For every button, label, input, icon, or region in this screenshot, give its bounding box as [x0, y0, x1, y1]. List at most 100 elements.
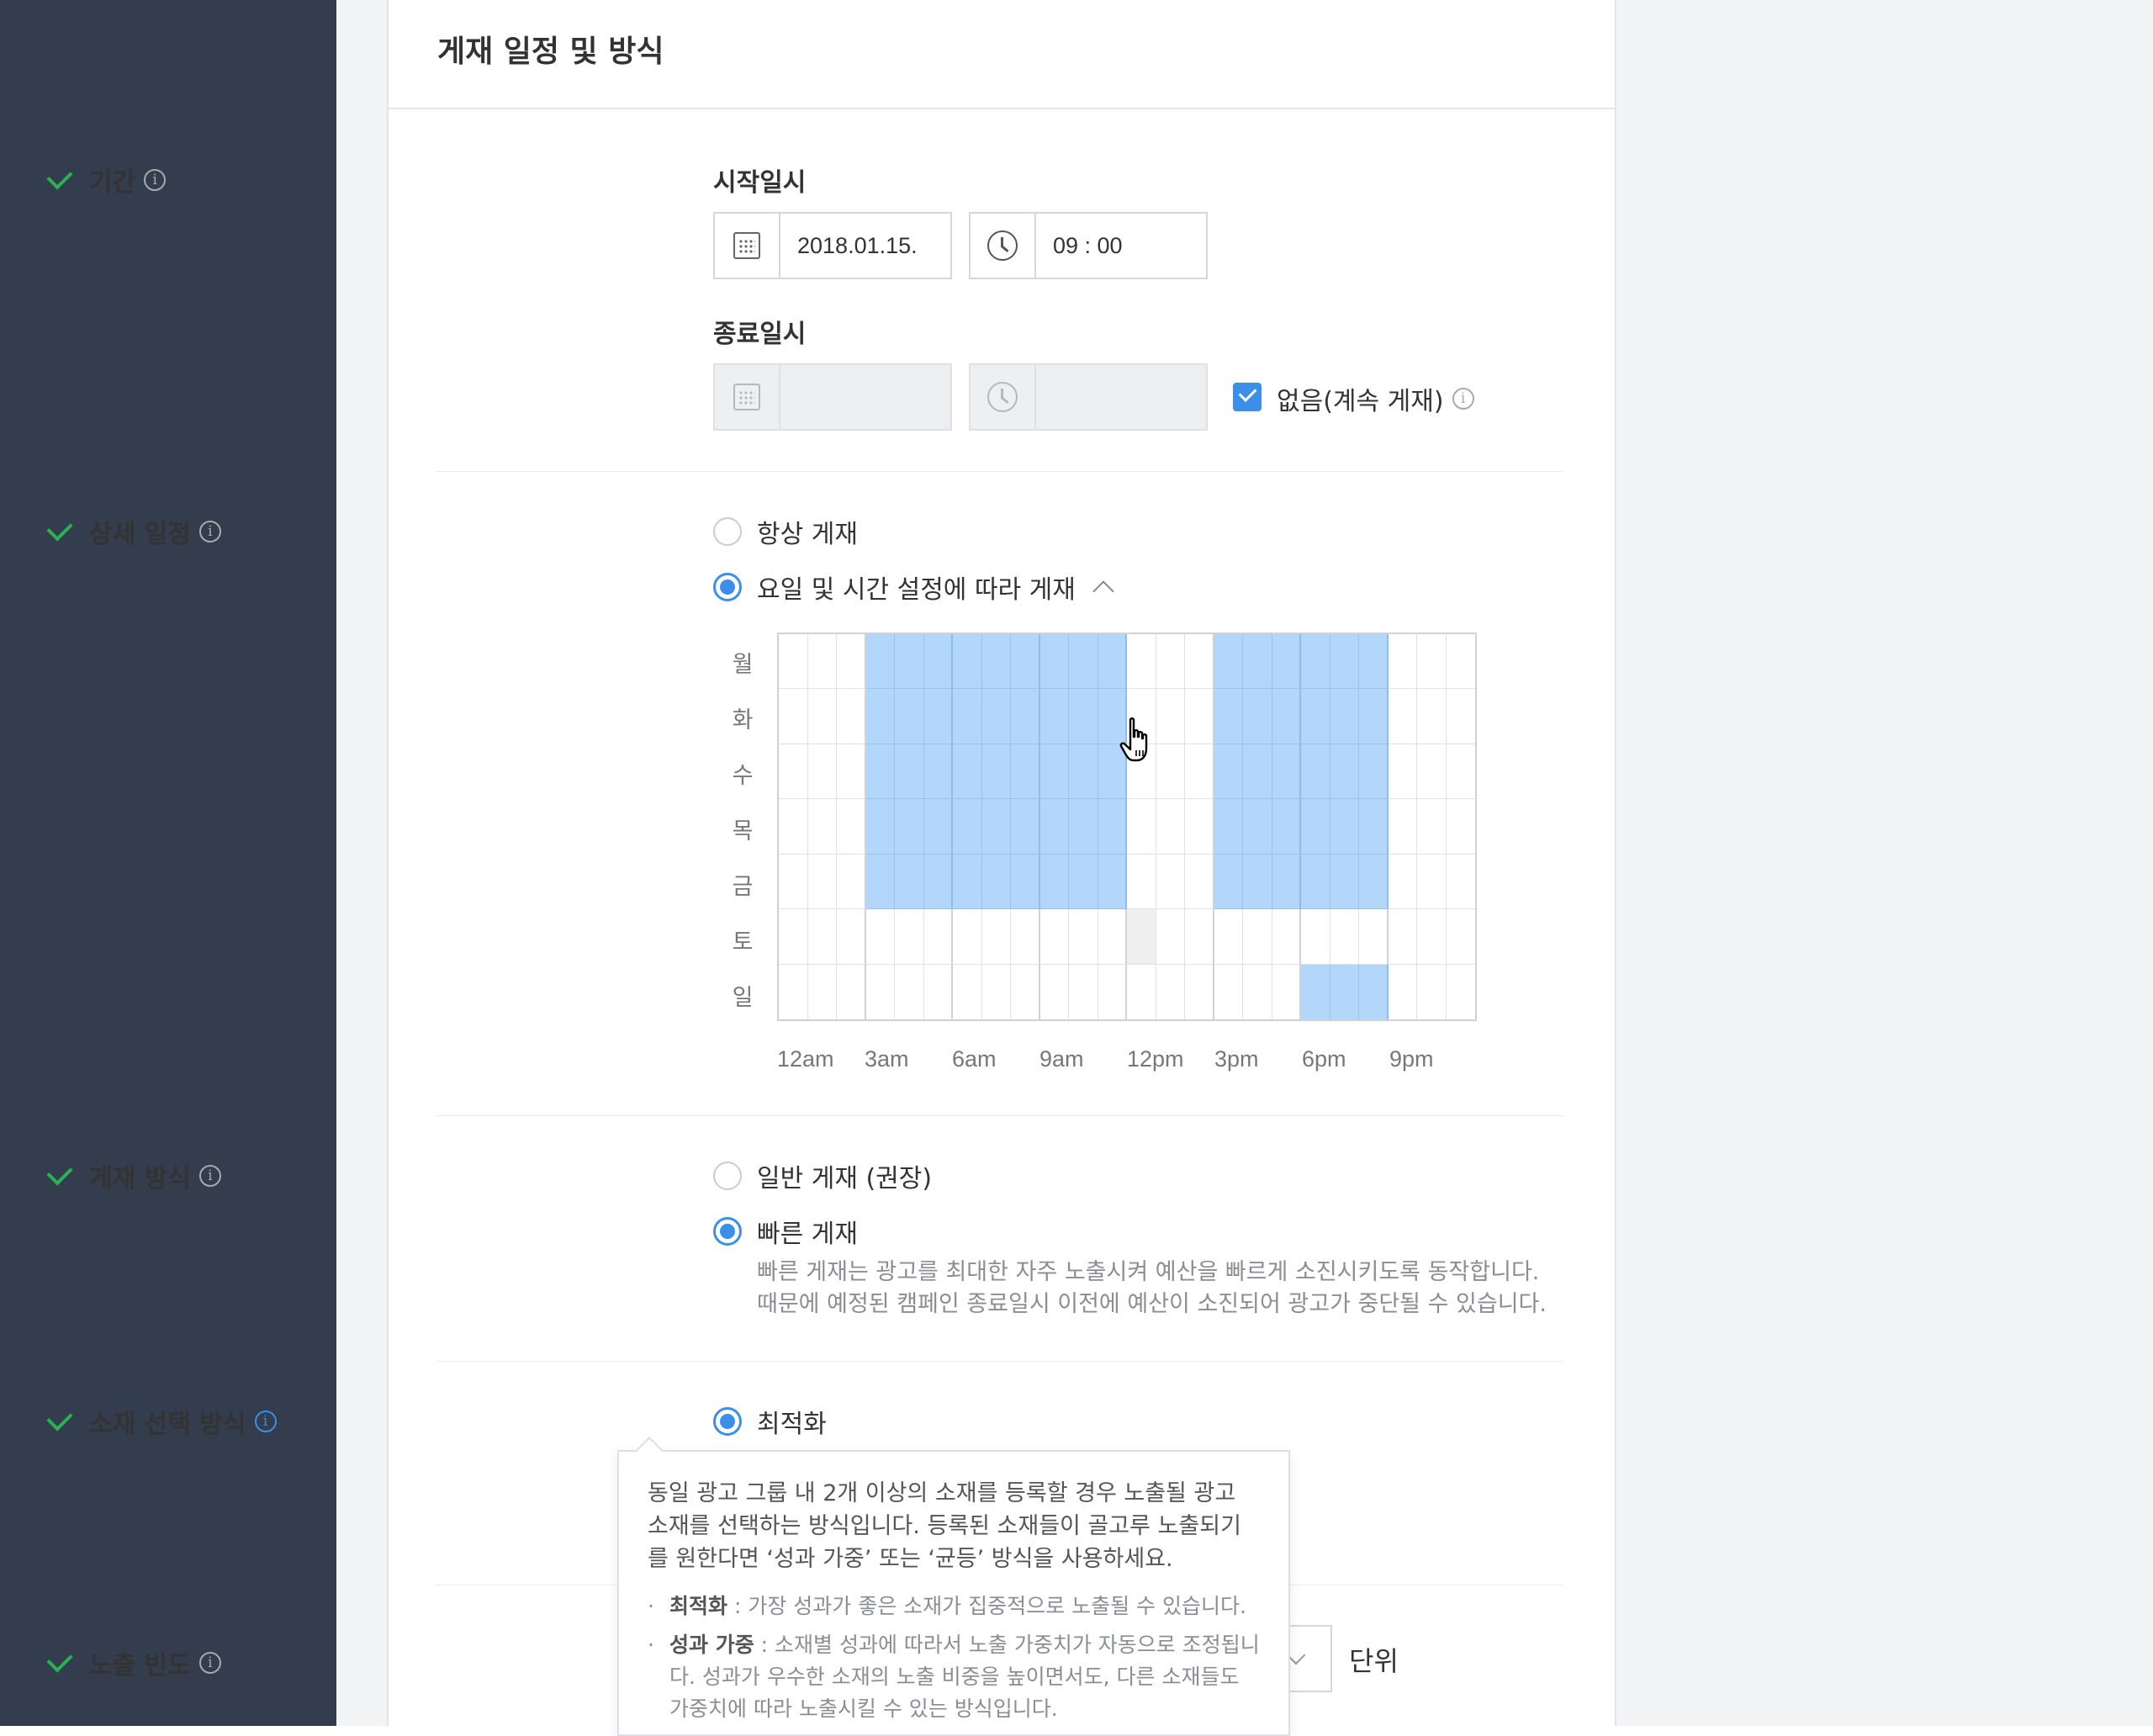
schedule-cell[interactable]	[923, 744, 953, 800]
schedule-cell[interactable]	[1330, 909, 1359, 965]
no-end-label-wrap[interactable]: 없음(계속 게재) i	[1277, 380, 1474, 417]
schedule-cell[interactable]	[981, 689, 1011, 744]
schedule-cell[interactable]	[1417, 689, 1447, 744]
schedule-cell[interactable]	[1156, 854, 1185, 910]
schedule-cell[interactable]	[1388, 689, 1417, 744]
schedule-cell[interactable]	[1156, 689, 1185, 744]
schedule-cell[interactable]	[895, 744, 924, 800]
schedule-cell[interactable]	[1185, 854, 1214, 910]
schedule-cell[interactable]	[779, 689, 808, 744]
schedule-cell[interactable]	[1243, 799, 1272, 855]
schedule-cell[interactable]	[1011, 689, 1040, 744]
schedule-cell[interactable]	[1069, 854, 1098, 910]
schedule-cell[interactable]	[1388, 799, 1417, 855]
schedule-cell[interactable]	[837, 689, 866, 744]
schedule-cell[interactable]	[923, 689, 953, 744]
start-time-field[interactable]: 09 : 00	[969, 212, 1208, 279]
schedule-cell[interactable]	[1446, 689, 1475, 744]
schedule-cell[interactable]	[807, 799, 837, 855]
schedule-cell[interactable]	[1417, 799, 1447, 855]
schedule-cell[interactable]	[1214, 854, 1243, 910]
schedule-cell[interactable]	[807, 689, 837, 744]
schedule-cell[interactable]	[923, 634, 953, 690]
calendar-icon-wrap[interactable]	[715, 214, 780, 278]
schedule-cell[interactable]	[1417, 909, 1447, 965]
schedule-cell[interactable]	[807, 854, 837, 910]
schedule-cell[interactable]	[953, 964, 982, 1019]
info-icon[interactable]: i	[198, 521, 221, 542]
schedule-cell[interactable]	[1127, 634, 1156, 690]
info-icon[interactable]: i	[254, 1410, 277, 1432]
schedule-cell[interactable]	[1388, 744, 1417, 800]
schedule-cell[interactable]	[1301, 799, 1330, 855]
schedule-cell[interactable]	[1243, 964, 1272, 1019]
schedule-cell[interactable]	[1388, 909, 1417, 965]
schedule-cell[interactable]	[1069, 689, 1098, 744]
schedule-cell[interactable]	[779, 964, 808, 1019]
schedule-cell[interactable]	[1301, 689, 1330, 744]
schedule-cell[interactable]	[895, 909, 924, 965]
schedule-cell[interactable]	[837, 909, 866, 965]
schedule-cell[interactable]	[1214, 634, 1243, 690]
radio-accelerated-delivery[interactable]: 빠른 게재	[713, 1213, 858, 1250]
schedule-cell[interactable]	[1156, 964, 1185, 1019]
schedule-cell[interactable]	[1446, 744, 1475, 800]
schedule-cell[interactable]	[1243, 634, 1272, 690]
radio-circle[interactable]	[713, 1217, 742, 1246]
schedule-cell[interactable]	[1098, 909, 1127, 965]
schedule-cell[interactable]	[1156, 634, 1185, 690]
schedule-cell[interactable]	[1011, 909, 1040, 965]
schedule-cell[interactable]	[981, 634, 1011, 690]
radio-optimize[interactable]: 최적화	[713, 1403, 827, 1440]
schedule-cell[interactable]	[1156, 909, 1185, 965]
schedule-cell[interactable]	[1214, 799, 1243, 855]
schedule-grid[interactable]	[777, 632, 1477, 1021]
schedule-cell[interactable]	[1039, 964, 1069, 1019]
schedule-cell[interactable]	[923, 909, 953, 965]
schedule-cell[interactable]	[1127, 854, 1156, 910]
schedule-cell[interactable]	[1417, 744, 1447, 800]
schedule-cell[interactable]	[1069, 634, 1098, 690]
schedule-cell[interactable]	[895, 799, 924, 855]
schedule-cell[interactable]	[1243, 854, 1272, 910]
schedule-cell[interactable]	[981, 744, 1011, 800]
radio-circle[interactable]	[713, 1162, 742, 1190]
schedule-cell[interactable]	[1272, 689, 1301, 744]
schedule-cell[interactable]	[1011, 799, 1040, 855]
schedule-cell[interactable]	[807, 744, 837, 800]
schedule-cell[interactable]	[1214, 964, 1243, 1019]
schedule-cell[interactable]	[981, 909, 1011, 965]
schedule-cell[interactable]	[779, 744, 808, 800]
schedule-cell[interactable]	[1185, 799, 1214, 855]
chevron-up-icon[interactable]	[1092, 580, 1114, 602]
schedule-cell[interactable]	[865, 964, 895, 1019]
no-end-checkbox[interactable]	[1233, 383, 1262, 411]
schedule-cell[interactable]	[923, 799, 953, 855]
schedule-cell[interactable]	[1388, 634, 1417, 690]
schedule-cell[interactable]	[1069, 964, 1098, 1019]
schedule-cell[interactable]	[779, 854, 808, 910]
schedule-cell[interactable]	[895, 854, 924, 910]
schedule-cell[interactable]	[1359, 964, 1389, 1019]
schedule-cell[interactable]	[1243, 689, 1272, 744]
schedule-cell[interactable]	[1214, 689, 1243, 744]
schedule-cell[interactable]	[1039, 799, 1069, 855]
schedule-cell[interactable]	[779, 909, 808, 965]
schedule-cell[interactable]	[1301, 744, 1330, 800]
info-icon[interactable]: i	[198, 1652, 221, 1674]
schedule-cell[interactable]	[923, 964, 953, 1019]
schedule-cell[interactable]	[1446, 964, 1475, 1019]
schedule-cell[interactable]	[1446, 909, 1475, 965]
start-date-field[interactable]: 2018.01.15.	[713, 212, 952, 279]
schedule-cell[interactable]	[779, 799, 808, 855]
schedule-cell[interactable]	[981, 854, 1011, 910]
schedule-cell[interactable]	[1359, 744, 1389, 800]
schedule-cell[interactable]	[837, 799, 866, 855]
schedule-cell[interactable]	[1446, 799, 1475, 855]
schedule-cell[interactable]	[1330, 689, 1359, 744]
schedule-cell[interactable]	[1330, 854, 1359, 910]
schedule-cell[interactable]	[1039, 854, 1069, 910]
schedule-cell[interactable]	[1214, 909, 1243, 965]
schedule-cell[interactable]	[1098, 799, 1127, 855]
schedule-cell[interactable]	[1185, 964, 1214, 1019]
